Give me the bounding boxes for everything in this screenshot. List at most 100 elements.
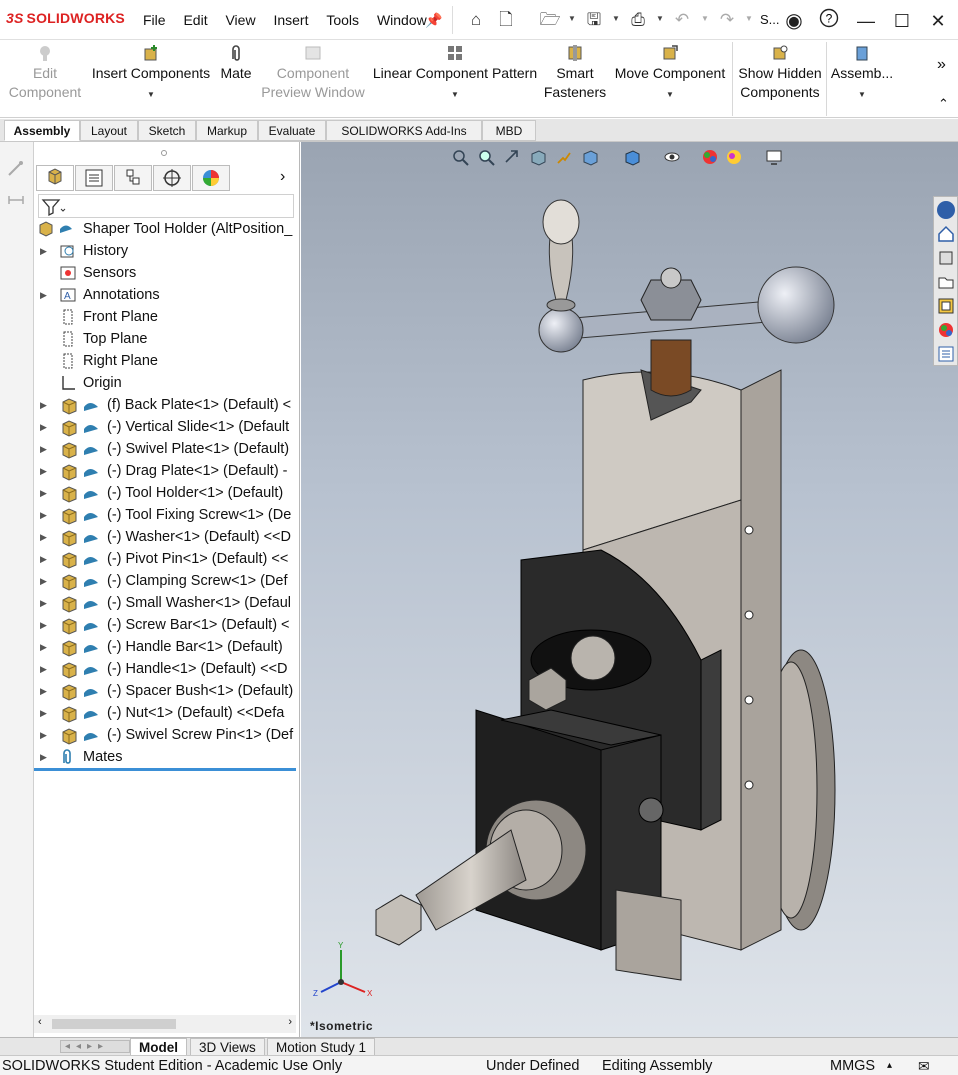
viewport-tile-icon[interactable]: ⧠ <box>907 142 917 144</box>
graphics-area[interactable]: ⧉ ⧉ – ⧠ ✕ <box>301 142 958 1037</box>
dimxpertmanager-tab[interactable] <box>153 165 191 191</box>
undo-icon[interactable]: ↶ <box>671 9 693 31</box>
viewport-minimize-icon[interactable]: – <box>885 142 892 143</box>
custom-properties-icon[interactable] <box>937 345 955 363</box>
dynamic-annotation-icon[interactable] <box>555 148 573 166</box>
print-dropdown-icon[interactable]: ▼ <box>656 14 664 23</box>
tab-mbd[interactable]: MBD <box>482 120 536 141</box>
print-icon[interactable]: ⎙ <box>627 9 649 31</box>
section-view-icon[interactable] <box>529 148 547 166</box>
expand-arrow-icon[interactable]: ▶ <box>40 394 47 416</box>
scroll-thumb[interactable] <box>52 1019 176 1029</box>
shaper-tool-holder-model[interactable] <box>361 190 861 990</box>
view-palette-icon[interactable] <box>937 297 955 315</box>
viewport-link-icon[interactable]: ⧉ <box>857 142 866 144</box>
tab-solidworks-addins[interactable]: SOLIDWORKS Add-Ins <box>326 120 482 141</box>
expand-arrow-icon[interactable]: ▶ <box>40 548 47 570</box>
zoom-to-area-icon[interactable] <box>477 148 495 166</box>
design-library-icon[interactable] <box>937 249 955 267</box>
edit-appearance-icon[interactable] <box>701 148 719 166</box>
home-icon[interactable]: ⌂ <box>465 9 487 31</box>
smart-fasteners-button[interactable]: Smart Fasteners <box>540 44 610 102</box>
unit-system-caret-icon[interactable]: ▴ <box>887 1056 892 1075</box>
expand-arrow-icon[interactable]: ▶ <box>40 680 47 702</box>
open-dropdown-icon[interactable]: ▼ <box>568 14 576 23</box>
solidworks-resources-icon[interactable] <box>937 201 955 219</box>
tree-horizontal-scrollbar[interactable]: ‹ › <box>34 1015 296 1033</box>
mate-button[interactable]: Mate <box>216 44 256 83</box>
help-icon[interactable]: ? <box>816 8 842 34</box>
expand-arrow-icon[interactable]: ▶ <box>40 460 47 482</box>
tab-assembly[interactable]: Assembly <box>4 120 80 141</box>
tab-model[interactable]: Model <box>130 1038 187 1056</box>
linear-pattern-dropdown-icon[interactable]: ▼ <box>370 85 540 104</box>
apply-scene-icon[interactable] <box>725 148 743 166</box>
menu-insert[interactable]: Insert <box>273 12 308 28</box>
propertymanager-tab[interactable] <box>75 165 113 191</box>
featuremanager-tab[interactable] <box>36 165 74 191</box>
expand-arrow-icon[interactable]: ▶ <box>40 702 47 724</box>
displaymanager-tab[interactable] <box>192 165 230 191</box>
tree-filter-field[interactable] <box>38 194 294 218</box>
tab-motion-study-1[interactable]: Motion Study 1 <box>267 1038 376 1056</box>
solidworks-logo[interactable]: 3S SOLIDWORKS <box>6 10 125 26</box>
configurationmanager-tab[interactable] <box>114 165 152 191</box>
scroll-right-icon[interactable]: › <box>288 1016 292 1028</box>
open-icon[interactable]: 🗁 <box>539 9 561 31</box>
hide-show-items-icon[interactable] <box>663 148 681 166</box>
show-hidden-components-button[interactable]: Show Hidden Components <box>736 44 824 102</box>
minimize-icon[interactable]: — <box>853 8 879 34</box>
expand-arrow-icon[interactable]: ▶ <box>40 526 47 548</box>
customize-status-icon[interactable]: ✉ <box>918 1056 930 1075</box>
expand-arrow-icon[interactable]: ▶ <box>40 614 47 636</box>
move-component-button[interactable]: Move Component ▼ <box>612 44 728 104</box>
expand-arrow-icon[interactable]: ▶ <box>40 746 47 768</box>
title-truncated[interactable]: S... <box>760 12 780 27</box>
pin-icon[interactable]: 📌 <box>423 9 445 31</box>
menu-view[interactable]: View <box>225 12 255 28</box>
expand-arrow-icon[interactable]: ▶ <box>40 284 47 306</box>
insert-components-button[interactable]: Insert Components ▼ <box>90 44 212 104</box>
file-explorer-icon[interactable] <box>937 273 955 291</box>
edit-component-button[interactable]: Edit Component <box>4 44 86 102</box>
menu-edit[interactable]: Edit <box>183 12 207 28</box>
smart-dimension-icon[interactable] <box>6 186 26 206</box>
tab-evaluate[interactable]: Evaluate <box>258 120 326 141</box>
appearances-icon[interactable] <box>937 321 955 339</box>
redo-dropdown-icon[interactable]: ▼ <box>745 14 753 23</box>
zoom-to-fit-icon[interactable] <box>451 148 469 166</box>
redo-icon[interactable]: ↷ <box>716 9 738 31</box>
tab-3d-views[interactable]: 3D Views <box>190 1038 265 1056</box>
home-icon[interactable] <box>937 225 955 243</box>
previous-view-icon[interactable] <box>503 148 521 166</box>
expand-arrow-icon[interactable]: ▶ <box>40 724 47 746</box>
display-style-icon[interactable] <box>623 148 641 166</box>
move-component-dropdown-icon[interactable]: ▼ <box>612 85 728 104</box>
tab-layout[interactable]: Layout <box>80 120 138 141</box>
close-icon[interactable]: ✕ <box>925 8 951 34</box>
assembly-button[interactable]: Assemb... ▼ <box>830 44 894 104</box>
filter-icon[interactable] <box>41 197 67 217</box>
save-dropdown-icon[interactable]: ▼ <box>612 14 620 23</box>
tab-navigation-arrows[interactable]: ◂◂▸▸ <box>60 1040 130 1053</box>
maximize-icon[interactable]: ☐ <box>889 8 915 34</box>
expand-arrow-icon[interactable]: ▶ <box>40 658 47 680</box>
unit-system-selector[interactable]: MMGS <box>830 1056 875 1075</box>
expand-arrow-icon[interactable]: ▶ <box>40 240 47 262</box>
expand-arrow-icon[interactable]: ▶ <box>40 636 47 658</box>
menu-tools[interactable]: Tools <box>326 12 359 28</box>
view-orientation-icon[interactable] <box>581 148 599 166</box>
expand-arrow-icon[interactable]: ▶ <box>40 592 47 614</box>
expand-arrow-icon[interactable]: ▶ <box>40 504 47 526</box>
ribbon-expand-icon[interactable]: » <box>937 56 946 74</box>
save-icon[interactable]: 🖫 <box>583 9 605 31</box>
tab-sketch[interactable]: Sketch <box>138 120 196 141</box>
scroll-left-icon[interactable]: ‹ <box>38 1016 42 1028</box>
sketch-tool-icon[interactable] <box>6 158 26 178</box>
undo-dropdown-icon[interactable]: ▼ <box>701 14 709 23</box>
viewport-close-icon[interactable]: ✕ <box>931 142 942 144</box>
linear-component-pattern-button[interactable]: Linear Component Pattern ▼ <box>370 44 540 104</box>
viewport-restore-icon[interactable]: ⧉ <box>829 142 838 144</box>
menu-file[interactable]: File <box>143 12 166 28</box>
expand-arrow-icon[interactable]: ▶ <box>40 570 47 592</box>
